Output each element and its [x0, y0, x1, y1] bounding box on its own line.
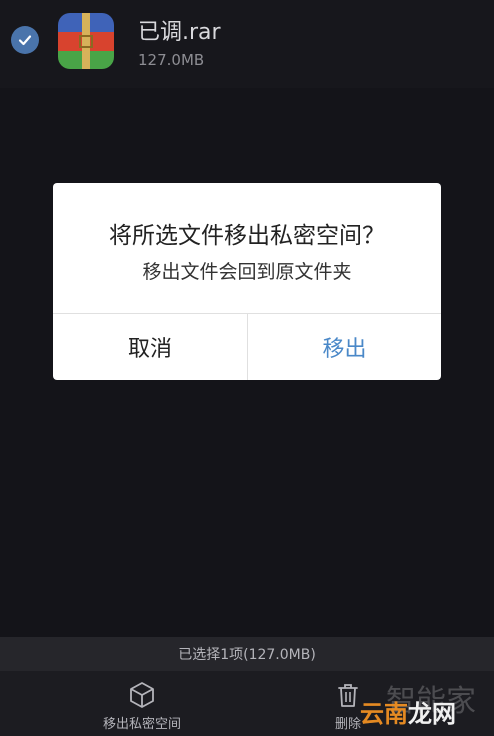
move-out-button[interactable]: 移出: [248, 314, 441, 380]
delete-label: 删除: [334, 717, 361, 732]
move-out-private-label: 移出私密空间: [102, 717, 181, 732]
confirm-dialog: 将所选文件移出私密空间？ 移出文件会回到原文件夹 取消 移出: [53, 183, 441, 380]
bottom-toolbar: 移出私密空间 删除: [0, 671, 494, 736]
dialog-message: 移出文件会回到原文件夹: [142, 261, 352, 283]
delete-button[interactable]: 删除: [310, 671, 386, 736]
dialog-title: 将所选文件移出私密空间？: [109, 223, 385, 249]
move-out-private-button[interactable]: 移出私密空间: [92, 671, 192, 736]
trash-icon: [333, 680, 363, 710]
selection-status: 已选择1项(127.0MB): [0, 637, 494, 671]
cancel-button[interactable]: 取消: [53, 314, 247, 380]
cube-icon: [127, 680, 157, 710]
